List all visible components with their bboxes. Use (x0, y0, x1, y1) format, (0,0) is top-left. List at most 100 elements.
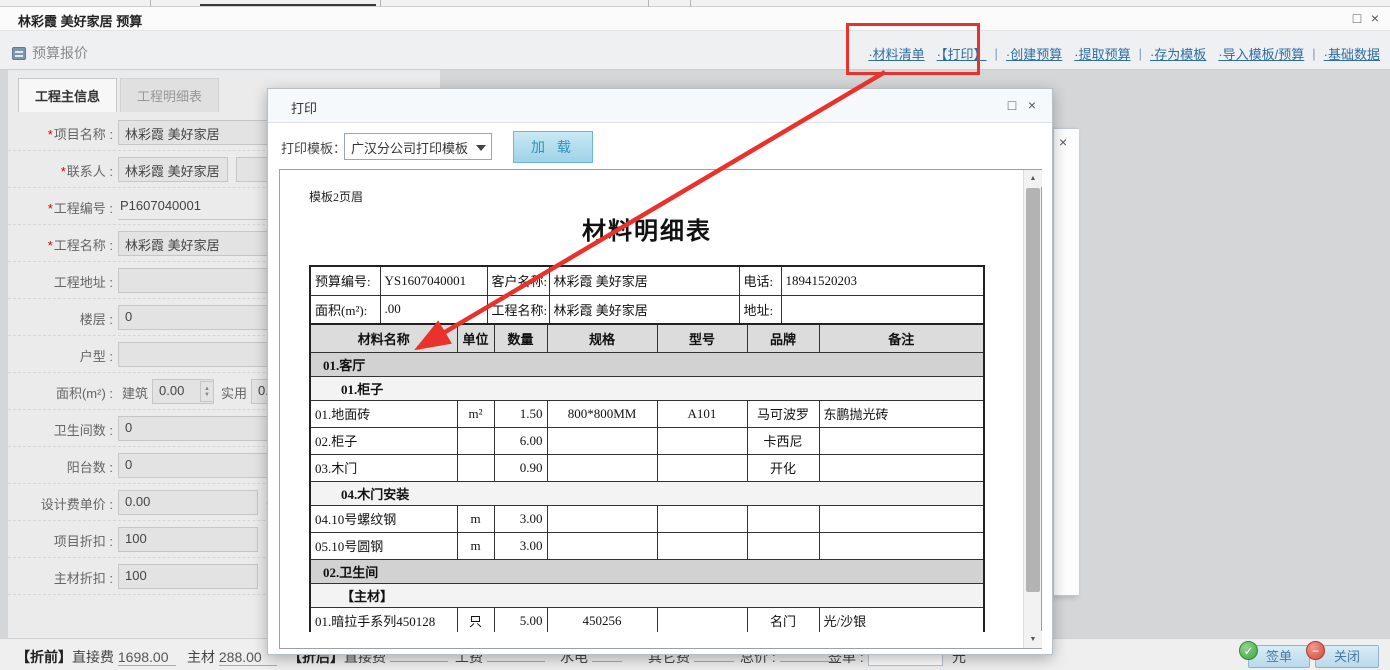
material-group-row: 01.柜子 (310, 376, 984, 400)
scrollbar-thumb[interactable] (1026, 188, 1040, 592)
field-label: 阳台数 : (67, 460, 113, 475)
link-separator: | (1312, 46, 1315, 61)
field-label: 户型 : (80, 349, 113, 364)
preview-scrollbar[interactable]: ▲ ▼ (1023, 170, 1041, 648)
template-select[interactable]: 广汉分公司打印模板 (344, 133, 492, 160)
tab-project-detail[interactable]: 工程明细表 (120, 78, 219, 112)
material-group-row: 02.卫生间 (310, 559, 984, 583)
required-mark: * (61, 164, 66, 179)
dialog-maximize-icon[interactable]: □ (1002, 97, 1022, 113)
field-label: 设计费单价 : (41, 497, 113, 512)
dialog-close-icon[interactable]: × (1022, 97, 1042, 113)
material-row: 04.10号螺纹钢m3.00 (310, 505, 984, 532)
cell-note: 光/沙银 (819, 607, 984, 632)
other-fee-value (694, 661, 734, 662)
link-create-budget[interactable]: ·创建预算 (1006, 44, 1062, 63)
phone-label: 电话: (739, 266, 781, 295)
field-label: 项目名称 : (54, 127, 113, 142)
link-extract-budget[interactable]: ·提取预算 (1074, 44, 1130, 63)
cell-qty: 5.00 (494, 607, 547, 632)
field-label: 楼层 : (80, 312, 113, 327)
cell-spec (547, 454, 657, 481)
col-material-name: 材料名称 (310, 324, 457, 352)
template-label: 打印模板： (281, 138, 346, 157)
toolbar-links: ·材料清单 ·【打印】 | ·创建预算 ·提取预算 | ·存为模板 ·导入模板/… (862, 44, 1386, 63)
scroll-down-icon[interactable]: ▼ (1024, 631, 1042, 648)
usable-area-label: 实用 (221, 383, 247, 402)
area-label: 面积(m²): (310, 295, 380, 324)
design-fee-input[interactable]: 0.00 (118, 490, 258, 515)
cell-spec (547, 532, 657, 559)
close-icon[interactable]: × (1366, 10, 1384, 26)
link-material-list[interactable]: ·材料清单 (868, 44, 924, 63)
cell-note (819, 505, 984, 532)
sign-button[interactable]: ✓签单 (1248, 645, 1310, 668)
cell-spec: 450256 (547, 607, 657, 632)
cell-unit: 只 (457, 607, 494, 632)
direct-fee-label: 直接费 (72, 649, 114, 665)
cell-qty: 6.00 (494, 427, 547, 454)
cell-qty: 1.50 (494, 400, 547, 427)
link-save-template[interactable]: ·存为模板 (1150, 44, 1206, 63)
cell-note (819, 454, 984, 481)
labor-fee-value (487, 661, 545, 662)
cell-brand (747, 505, 819, 532)
cell-unit: m² (457, 400, 494, 427)
project-code-value: P1607040001 (120, 198, 201, 213)
required-mark: * (48, 238, 53, 253)
direct-fee-value: 1698.00 (118, 649, 176, 666)
cell-brand: 马可波罗 (747, 400, 819, 427)
link-import-template[interactable]: ·导入模板/预算 (1218, 44, 1304, 63)
link-print[interactable]: ·【打印】 (937, 44, 987, 63)
customer-value: 林彩霞 美好家居 (549, 266, 739, 295)
address-value (781, 295, 984, 324)
field-label: 面积(m²) : (56, 386, 113, 401)
active-tab-edge (200, 4, 376, 6)
material-total-label: 主材 (187, 649, 215, 665)
background-window-edge: × (1053, 128, 1079, 596)
cell-unit: m (457, 532, 494, 559)
material-discount-input[interactable]: 100 (118, 564, 258, 589)
cell-model (657, 532, 747, 559)
group-label: 01.客厅 (310, 352, 984, 376)
utilities-fee-value (592, 661, 622, 662)
cell-model (657, 427, 747, 454)
link-separator: | (1139, 46, 1142, 61)
field-label: 联系人 : (67, 164, 113, 179)
document-title: 材料明细表 (309, 211, 985, 246)
cell-brand: 卡西尼 (747, 427, 819, 454)
document-info-table: 预算编号: YS1607040001 客户名称: 林彩霞 美好家居 电话: 18… (309, 265, 985, 325)
budget-quote-icon (12, 47, 26, 60)
cell-model (657, 505, 747, 532)
group-label: 【主材】 (310, 583, 984, 607)
cell-model (657, 454, 747, 481)
work-name-value: 林彩霞 美好家居 (549, 295, 739, 324)
print-dialog-toolbar: 打印模板： 广汉分公司打印模板 加 载 (268, 123, 1052, 169)
background-window-close-icon[interactable]: × (1059, 134, 1067, 150)
phone-value: 18941520203 (781, 266, 984, 295)
preview-page: 模板2页眉 材料明细表 预算编号: YS1607040001 客户名称: 林彩霞… (280, 170, 1024, 632)
material-row: 01.暗拉手系列450128只5.00450256名门光/沙银 (310, 607, 984, 632)
load-button[interactable]: 加 载 (513, 131, 593, 163)
link-separator: | (995, 46, 998, 61)
col-unit: 单位 (457, 324, 494, 352)
building-area-stepper[interactable]: ▲▼ (200, 381, 214, 402)
area-value: .00 (380, 295, 487, 324)
link-base-data[interactable]: ·基础数据 (1324, 44, 1380, 63)
cell-brand (747, 532, 819, 559)
field-label: 项目折扣 : (54, 534, 113, 549)
maximize-icon[interactable]: □ (1348, 10, 1366, 26)
cell-spec (547, 427, 657, 454)
tab-project-main-info[interactable]: 工程主信息 (18, 78, 117, 112)
cell-unit: m (457, 505, 494, 532)
cell-model (657, 607, 747, 632)
close-button[interactable]: −关闭 (1315, 645, 1379, 668)
scroll-up-icon[interactable]: ▲ (1024, 170, 1042, 187)
project-discount-input[interactable]: 100 (118, 527, 258, 552)
contact-input[interactable]: 林彩霞 美好家居 (118, 157, 228, 182)
required-mark: * (48, 127, 53, 142)
building-area-label: 建筑 (122, 383, 148, 402)
cell-name: 02.柜子 (310, 427, 457, 454)
cell-qty: 3.00 (494, 505, 547, 532)
print-dialog-titlebar[interactable]: 打印 □× (268, 89, 1052, 123)
